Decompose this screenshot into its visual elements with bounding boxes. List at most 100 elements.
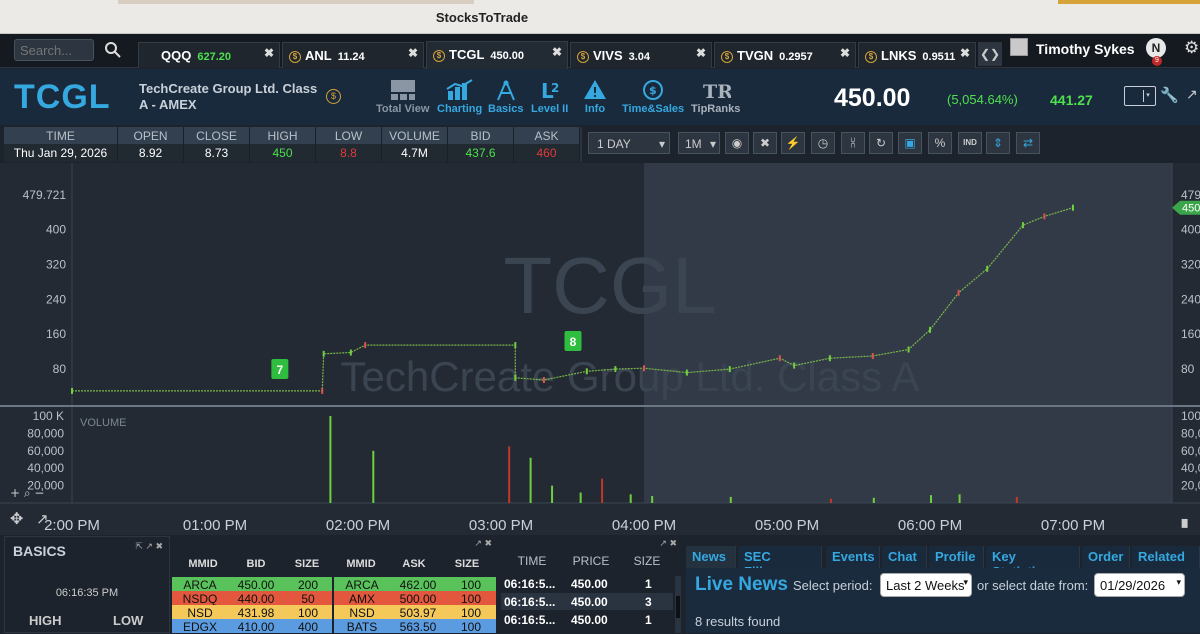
last-price: 450.00 <box>834 84 911 112</box>
l2-header[interactable]: ASK <box>386 558 442 570</box>
l2-row[interactable]: EDGX 410.00 400 BATS 563.50 100 <box>172 619 496 634</box>
gear-icon[interactable]: ⚙ <box>1184 38 1200 57</box>
level-ii-panel: ↗ ✖ MMID BID SIZE MMID ASK SIZE ARCA 450.… <box>172 536 496 634</box>
time-sales-button[interactable]: $ Time&Sales <box>622 79 684 115</box>
ts-row[interactable]: 06:16:5... 450.00 1 <box>501 575 673 592</box>
volume-bar <box>329 416 332 503</box>
period-dropdown[interactable]: 1 DAY ▾ <box>588 132 670 154</box>
ts-header: TIME <box>517 554 547 568</box>
chart-marker[interactable]: 7 <box>271 359 289 379</box>
avatar[interactable] <box>1010 38 1028 56</box>
share-icon[interactable]: ⩆ <box>841 132 865 154</box>
crosshair-icon[interactable]: ✥ <box>10 509 23 528</box>
news-tab-news[interactable]: News <box>686 546 736 568</box>
l2-row[interactable]: NSD 431.98 100 NSD 503.97 100 <box>172 605 496 620</box>
panel-controls-icon[interactable]: ↗ ✖ <box>474 538 492 549</box>
live-news-title: Live News <box>695 574 788 595</box>
volume-tick-label: 40,000 <box>27 461 64 475</box>
period-value: 1 DAY <box>597 137 631 151</box>
close-icon[interactable]: ✖ <box>960 46 970 60</box>
charting-button[interactable]: Charting <box>437 79 482 115</box>
period-select[interactable]: Last 2 Weeks ▾ <box>880 573 972 597</box>
close-icon[interactable]: ✖ <box>408 46 418 60</box>
l2-row[interactable]: NSDQ 440.00 50 AMX 500.00 100 <box>172 591 496 606</box>
user-name[interactable]: Timothy Sykes <box>1036 41 1135 57</box>
price-candle <box>514 342 517 349</box>
l2-header: SIZE <box>294 558 320 570</box>
swap-icon[interactable]: ⇄ <box>1016 132 1040 154</box>
interval-dropdown[interactable]: 1M ▾ <box>678 132 720 154</box>
chart-marker[interactable]: 8 <box>564 331 582 351</box>
chart-type-icon[interactable]: ▗ <box>1176 510 1188 528</box>
news-tab-order[interactable]: Order <box>1082 546 1130 568</box>
zoom-controls-icon[interactable]: + ⌕ − <box>10 486 44 500</box>
news-tab-related[interactable]: Related <box>1132 546 1200 568</box>
pin-icon[interactable]: ↗ <box>36 510 49 528</box>
lightning-icon[interactable]: ⚡ <box>781 132 805 154</box>
refresh-icon[interactable]: ↻ <box>869 132 893 154</box>
info-button[interactable]: Info <box>582 79 608 115</box>
export-icon[interactable]: ↗ <box>1186 86 1198 103</box>
l2-cell-bid: 440.00 <box>228 591 284 606</box>
tools-icon[interactable]: ✖ <box>753 132 777 154</box>
price-candle <box>1021 222 1024 229</box>
tab-scroll-arrows[interactable]: ❮❯ <box>978 42 1002 66</box>
ts-row[interactable]: 06:16:5... 450.00 3 <box>501 593 673 610</box>
quote-value: Thu Jan 29, 2026 <box>4 144 117 162</box>
indicator-icon[interactable]: IND <box>958 132 982 154</box>
watermark-company: TechCreate Group Ltd. Class A <box>341 353 920 400</box>
volume-bar <box>508 446 511 503</box>
l2-row[interactable]: ARCA 450.00 200 ARCA 462.00 100 <box>172 577 496 592</box>
tab-symbol: ANL <box>305 48 332 63</box>
close-icon[interactable]: ✖ <box>696 46 706 60</box>
basics-button[interactable]: Basics <box>488 79 523 115</box>
tab-qqq[interactable]: QQQ 627.20 ✖ <box>138 42 280 68</box>
tab-tvgn[interactable]: $ TVGN 0.2957 ✖ <box>714 42 856 68</box>
news-tab-profile[interactable]: Profile <box>929 546 984 568</box>
news-tab-sec-filings[interactable]: SEC Filings <box>738 546 822 579</box>
wrench-icon[interactable]: 🔧 <box>1160 86 1179 104</box>
tab-vivs[interactable]: $ VIVS 3.04 ✖ <box>570 42 712 68</box>
total-view-button[interactable]: Total View <box>376 79 429 115</box>
volume-label: VOLUME <box>80 417 126 429</box>
quote-header: ASK <box>514 127 579 144</box>
tipranks-button[interactable]: TR TipRanks <box>691 79 740 115</box>
ts-scrollbar[interactable] <box>675 576 681 633</box>
ts-row[interactable]: 06:16:5... 450.00 1 <box>501 611 673 628</box>
tab-anl[interactable]: $ ANL 11.24 ✖ <box>282 42 424 68</box>
layout-icon[interactable]: ▣ <box>898 132 922 154</box>
panel-controls-icon[interactable]: ↗ ✖ <box>659 538 677 549</box>
percent-icon[interactable]: % <box>928 132 952 154</box>
news-tab-key-statistics[interactable]: Key Statistics <box>986 546 1080 579</box>
l2-header[interactable]: BID <box>228 558 284 570</box>
palette-icon[interactable]: ◉ <box>725 132 749 154</box>
search-icon[interactable] <box>103 40 123 60</box>
close-icon[interactable]: ✖ <box>264 46 274 60</box>
l2-cell-ask: 462.00 <box>390 577 446 592</box>
news-tab-chat[interactable]: Chat <box>882 546 927 568</box>
current-price-label: 450 <box>1182 203 1200 215</box>
tab-lnks[interactable]: $ LNKS 0.9511 ✖ <box>858 42 976 68</box>
date-input[interactable]: 01/29/2026 ▾ <box>1094 573 1185 597</box>
notification-badge: 9 <box>1152 56 1162 66</box>
x-tick-label: 02:00 PM <box>326 517 390 534</box>
tab-tcgl[interactable]: $ TCGL 450.00 ✖ <box>426 41 568 69</box>
news-tab-events[interactable]: Events <box>826 546 880 568</box>
basics-high-label: HIGH <box>29 613 62 628</box>
quote-value: 8.92 <box>118 144 183 162</box>
close-icon[interactable]: ✖ <box>552 45 562 59</box>
search-input[interactable] <box>14 39 94 61</box>
timer-icon[interactable]: ◷ <box>811 132 835 154</box>
notification-icon[interactable]: N <box>1146 38 1166 58</box>
y-tick-label: 240 <box>46 292 66 306</box>
window-layout-button[interactable]: ▾ <box>1124 86 1156 106</box>
level-ii-button[interactable]: L2 Level II <box>531 79 568 115</box>
sort-icon[interactable]: ⇕ <box>986 132 1010 154</box>
quote-cell-bid: BID 437.6 <box>448 127 514 162</box>
l2-cell-ask-mmid: NSD <box>334 605 390 620</box>
price-candle <box>793 362 796 369</box>
panel-controls-icon[interactable]: ⇱ ↗ ✖ <box>135 541 163 552</box>
price-chart[interactable]: TCGL TechCreate Group Ltd. Class A 80 160 24… <box>0 163 1200 535</box>
close-icon[interactable]: ✖ <box>840 46 850 60</box>
volume-tick-label: 60,000 <box>27 444 64 458</box>
